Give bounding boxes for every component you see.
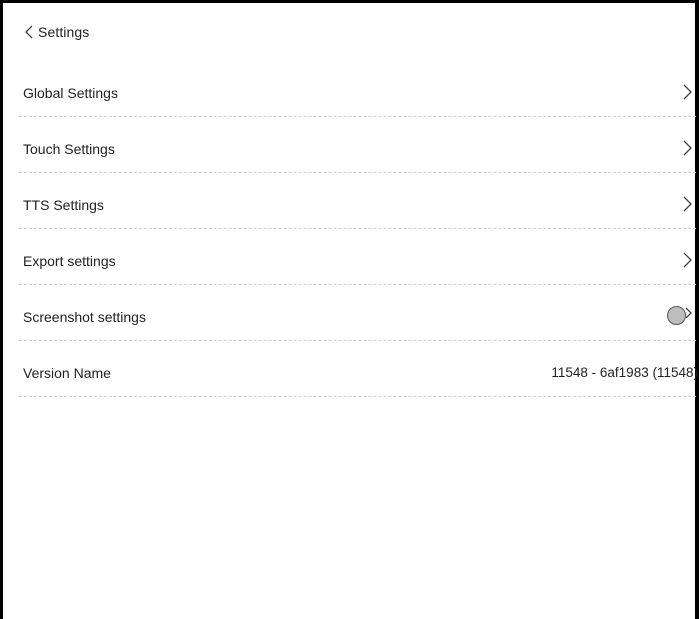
tts-settings-item[interactable]: TTS Settings — [19, 173, 696, 229]
item-label: Version Name — [23, 364, 111, 381]
settings-screen: Settings Global Settings Touch Settings … — [0, 0, 699, 619]
chevron-right-icon — [684, 303, 693, 328]
version-value: 11548 - 6af1983 (11548) — [551, 365, 698, 380]
export-settings-item[interactable]: Export settings — [19, 229, 696, 285]
item-label: Export settings — [23, 252, 116, 269]
touch-settings-item[interactable]: Touch Settings — [19, 117, 696, 173]
chevron-left-icon — [22, 22, 36, 42]
item-label: TTS Settings — [23, 196, 104, 213]
screenshot-settings-item[interactable]: Screenshot settings — [19, 285, 696, 341]
chevron-right-icon — [681, 82, 693, 102]
global-settings-item[interactable]: Global Settings — [19, 61, 696, 117]
item-label: Touch Settings — [23, 140, 115, 157]
chevron-right-icon — [681, 250, 693, 270]
item-label: Global Settings — [23, 84, 118, 101]
settings-list: Global Settings Touch Settings TTS Setti… — [19, 61, 698, 397]
version-name-item: Version Name 11548 - 6af1983 (11548) — [19, 341, 698, 397]
item-label: Screenshot settings — [23, 308, 146, 325]
back-button[interactable]: Settings — [22, 16, 89, 48]
page-title: Settings — [38, 24, 90, 40]
chevron-right-icon — [681, 138, 693, 158]
header-bar: Settings — [3, 3, 695, 61]
chevron-right-icon — [681, 194, 693, 214]
screenshot-toggle[interactable] — [667, 303, 693, 328]
